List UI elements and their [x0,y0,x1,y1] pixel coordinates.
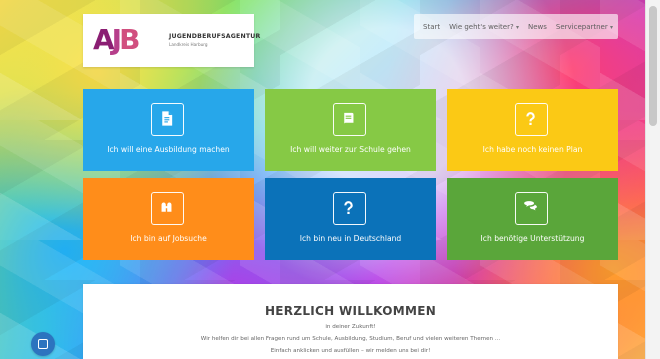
logo-letter-b: B [119,23,140,56]
tile-kein-plan[interactable]: Ich habe noch keinen Plan [447,89,618,171]
tile-schule[interactable]: Ich will weiter zur Schule gehen [265,89,436,171]
page-viewport: AJB JUGENDBERUFSAGENTUR Landkreis Harbur… [0,0,660,359]
chevron-down-icon: ▾ [609,23,613,31]
chat-icon [515,192,548,225]
tile-label: Ich habe noch keinen Plan [482,145,583,154]
site-logo[interactable]: AJB JUGENDBERUFSAGENTUR Landkreis Harbur… [83,14,261,67]
nav-wie-gehts-weiter[interactable]: Wie geht's weiter? ▾ [449,23,519,31]
tile-label: Ich benötige Unterstützung [480,234,585,243]
book-icon [333,103,366,136]
tile-label: Ich bin auf Jobsuche [130,234,207,243]
tile-ausbildung[interactable]: Ich will eine Ausbildung machen [83,89,254,171]
nav-wie-gehts-weiter-label: Wie geht's weiter? [449,22,514,31]
logo-letter-a: A [93,23,115,56]
welcome-section: HERZLICH WILLKOMMEN in deiner Zukunft! W… [83,284,618,359]
message-icon [38,339,48,349]
scrollbar-thumb[interactable] [649,6,657,126]
nav-servicepartner-label: Servicepartner [555,22,608,31]
question-icon [515,103,548,136]
logo-letter-j: J [111,23,123,56]
tile-unterstuetzung[interactable]: Ich benötige Unterstützung [447,178,618,260]
logo-subtitle: Landkreis Harburg [169,42,208,47]
welcome-line-2: Wir helfen dir bei allen Fragen rund um … [200,336,501,342]
nav-servicepartner[interactable]: Servicepartner ▾ [556,23,613,31]
main-navigation: Start Wie geht's weiter? ▾ News Servicep… [414,14,618,39]
welcome-line-3: Einfach anklicken und ausfüllen – wir me… [270,348,431,354]
scrollbar[interactable] [645,0,660,359]
chevron-down-icon: ▾ [515,23,519,31]
logo-mark: AJB [93,23,140,56]
tile-jobsuche[interactable]: Ich bin auf Jobsuche [83,178,254,260]
tile-label: Ich will weiter zur Schule gehen [290,145,411,154]
welcome-title: HERZLICH WILLKOMMEN [264,304,437,318]
logo-title: JUGENDBERUFSAGENTUR [169,33,261,40]
nav-news[interactable]: News [528,23,547,31]
document-icon [151,103,184,136]
binoculars-icon [151,192,184,225]
question-icon [333,192,366,225]
tile-label: Ich bin neu in Deutschland [299,234,402,243]
chat-launcher-button[interactable] [31,332,55,356]
welcome-line-1: in deiner Zukunft! [325,324,376,330]
nav-start[interactable]: Start [423,23,440,31]
tile-label: Ich will eine Ausbildung machen [107,145,230,154]
tile-neu-in-deutschland[interactable]: Ich bin neu in Deutschland [265,178,436,260]
